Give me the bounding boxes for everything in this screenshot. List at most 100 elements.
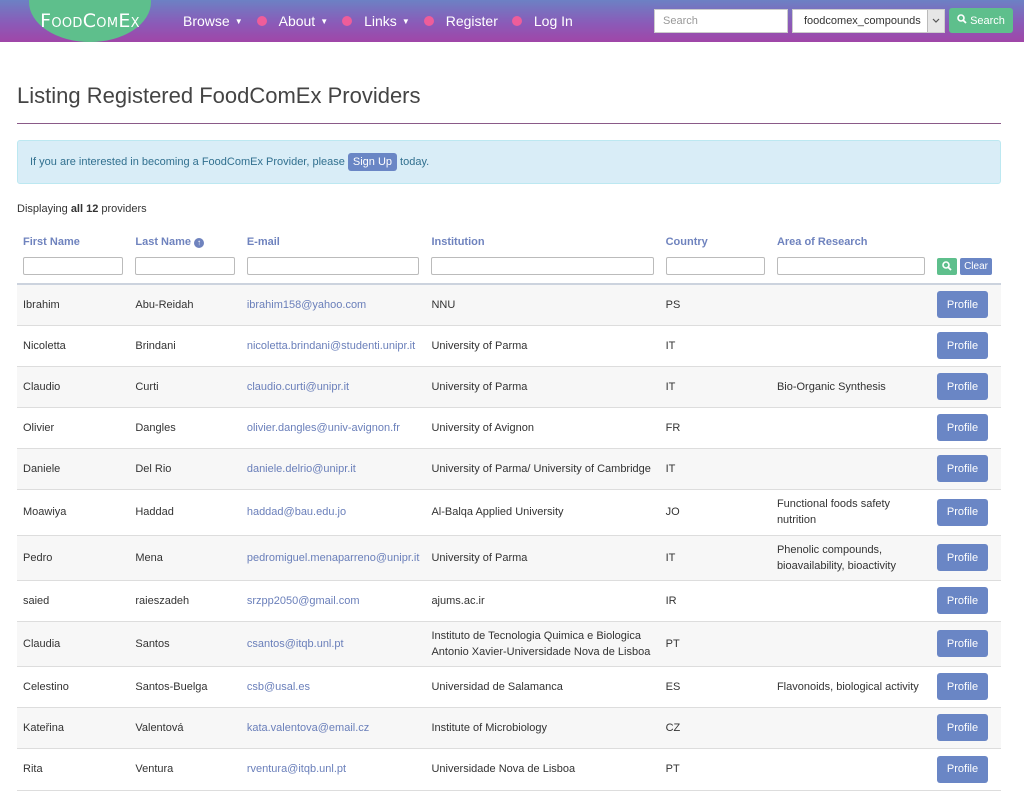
info-alert: If you are interested in becoming a Food… bbox=[17, 140, 1001, 184]
profile-button[interactable]: Profile bbox=[937, 414, 988, 441]
column-header-institution[interactable]: Institution bbox=[425, 226, 659, 252]
brand-logo[interactable]: FoodComEx bbox=[29, 0, 151, 42]
search-input[interactable] bbox=[654, 9, 788, 33]
cell-first-name: Olivier bbox=[17, 407, 130, 449]
table-row: Ibrahim Abu-Reidah ibrahim158@yahoo.com NNU… bbox=[17, 284, 1001, 326]
table-row: Olivier Dangles olivier.dangles@univ-avign… bbox=[17, 407, 1001, 449]
email-link[interactable]: claudio.curti@unipr.it bbox=[247, 381, 349, 393]
email-link[interactable]: olivier.dangles@univ-avignon.fr bbox=[247, 422, 400, 434]
cell-country: IT bbox=[659, 366, 771, 408]
nav-links[interactable]: Links ▼ bbox=[364, 13, 410, 29]
table-row: Celestino Santos-Buelga csb@usal.es Univers… bbox=[17, 666, 1001, 708]
cell-first-name: Rita bbox=[17, 748, 130, 791]
cell-area-of-research: Functional foods safety nutrition bbox=[770, 489, 931, 536]
column-header-area-of-research[interactable]: Area of Research bbox=[771, 226, 931, 252]
column-header-first-name[interactable]: First Name bbox=[17, 226, 129, 252]
email-link[interactable]: rventura@itqb.unl.pt bbox=[247, 763, 346, 775]
nav-separator-dot bbox=[256, 16, 267, 26]
email-link[interactable]: haddad@bau.edu.jo bbox=[247, 506, 346, 518]
email-link[interactable]: srzpp2050@gmail.com bbox=[247, 595, 360, 607]
cell-last-name: raieszadeh bbox=[129, 580, 241, 622]
caret-down-icon: ▼ bbox=[401, 16, 410, 26]
cell-email: srzpp2050@gmail.com bbox=[240, 580, 426, 622]
profile-button[interactable]: Profile bbox=[937, 544, 988, 571]
cell-last-name: Valentová bbox=[129, 707, 241, 749]
cell-country: IT bbox=[659, 325, 771, 367]
filter-email[interactable] bbox=[246, 257, 420, 275]
search-button[interactable]: Search bbox=[949, 8, 1013, 33]
email-link[interactable]: ibrahim158@yahoo.com bbox=[247, 299, 366, 311]
column-header-email[interactable]: E-mail bbox=[241, 226, 426, 252]
cell-email: ibrahim158@yahoo.com bbox=[240, 284, 426, 326]
cell-email: kata.valentova@email.cz bbox=[240, 707, 426, 749]
nav-about[interactable]: About ▼ bbox=[279, 13, 329, 29]
cell-institution: Universidade Nova de Lisboa bbox=[425, 748, 660, 791]
cell-first-name: Celestino bbox=[17, 666, 130, 708]
filter-country[interactable] bbox=[665, 257, 765, 275]
profile-button[interactable]: Profile bbox=[937, 291, 988, 319]
alert-text-prefix: If you are interested in becoming a Food… bbox=[30, 156, 345, 168]
profile-button[interactable]: Profile bbox=[937, 498, 988, 526]
email-link[interactable]: csantos@itqb.unl.pt bbox=[247, 638, 344, 650]
filter-institution[interactable] bbox=[431, 257, 654, 275]
cell-first-name: Pedro bbox=[17, 535, 130, 581]
nav-browse[interactable]: Browse ▼ bbox=[183, 13, 243, 29]
profile-button[interactable]: Profile bbox=[937, 373, 988, 400]
table-row: saied raieszadeh srzpp2050@gmail.com ajums.… bbox=[17, 580, 1001, 622]
cell-institution: University of Parma bbox=[425, 366, 660, 408]
cell-last-name: Mena bbox=[129, 535, 241, 581]
email-link[interactable]: daniele.delrio@unipr.it bbox=[247, 463, 356, 475]
cell-area-of-research bbox=[770, 407, 931, 449]
table-row: Claudio Curti claudio.curti@unipr.it Univer… bbox=[17, 366, 1001, 408]
cell-email: claudio.curti@unipr.it bbox=[240, 366, 426, 408]
cell-institution: University of Parma/ University of Cambr… bbox=[425, 448, 660, 490]
cell-institution: NNU bbox=[425, 284, 660, 326]
filter-area-of-research[interactable] bbox=[776, 257, 925, 275]
cell-first-name: Ibrahim bbox=[17, 284, 130, 326]
cell-first-name: Moawiya bbox=[17, 489, 130, 536]
filter-last-name[interactable] bbox=[135, 257, 235, 275]
database-select[interactable]: foodcomex_compounds bbox=[792, 9, 945, 33]
profile-button[interactable]: Profile bbox=[937, 630, 988, 657]
cell-email: rventura@itqb.unl.pt bbox=[240, 748, 426, 791]
profile-button[interactable]: Profile bbox=[937, 587, 988, 614]
cell-institution: University of Parma bbox=[425, 325, 660, 367]
email-link[interactable]: csb@usal.es bbox=[247, 681, 310, 693]
clear-filters-button[interactable]: Clear bbox=[960, 257, 992, 275]
sign-up-button[interactable]: Sign Up bbox=[347, 153, 398, 171]
sort-ascending-icon: ↑ bbox=[194, 237, 204, 248]
cell-last-name: Santos bbox=[129, 621, 241, 667]
cell-country: CZ bbox=[659, 707, 771, 749]
profile-button[interactable]: Profile bbox=[937, 755, 988, 783]
cell-country: PT bbox=[659, 621, 771, 667]
title-divider bbox=[17, 123, 1001, 124]
chevron-down-icon[interactable] bbox=[927, 10, 944, 32]
filter-search-button[interactable] bbox=[937, 257, 957, 275]
caret-down-icon: ▼ bbox=[320, 16, 329, 26]
cell-area-of-research bbox=[770, 284, 931, 326]
nav-login[interactable]: Log In bbox=[534, 13, 573, 29]
profile-button[interactable]: Profile bbox=[937, 332, 988, 359]
email-link[interactable]: nicoletta.brindani@studenti.unipr.it bbox=[247, 340, 415, 352]
cell-area-of-research: Bio-Organic Synthesis bbox=[770, 366, 931, 408]
cell-area-of-research bbox=[770, 707, 931, 749]
cell-email: pedromiguel.menaparreno@unipr.it bbox=[240, 535, 426, 581]
cell-last-name: Brindani bbox=[129, 325, 241, 367]
cell-institution: Universidad de Salamanca bbox=[425, 666, 660, 708]
cell-country: JO bbox=[659, 489, 771, 536]
cell-area-of-research bbox=[770, 580, 931, 622]
column-header-last-name[interactable]: Last Name ↑ bbox=[129, 226, 240, 252]
cell-area-of-research: Flavonoids, biological activity bbox=[770, 666, 931, 708]
email-link[interactable]: pedromiguel.menaparreno@unipr.it bbox=[247, 552, 420, 564]
profile-button[interactable]: Profile bbox=[937, 455, 988, 482]
profile-button[interactable]: Profile bbox=[937, 673, 988, 700]
nav-register[interactable]: Register bbox=[446, 13, 498, 29]
column-header-country[interactable]: Country bbox=[660, 226, 771, 252]
cell-email: daniele.delrio@unipr.it bbox=[240, 448, 426, 490]
filter-first-name[interactable] bbox=[23, 257, 124, 275]
filter-row: Clear bbox=[17, 252, 1001, 285]
cell-email: csantos@itqb.unl.pt bbox=[240, 621, 426, 667]
profile-button[interactable]: Profile bbox=[937, 714, 988, 741]
cell-last-name: Ventura bbox=[129, 748, 241, 791]
email-link[interactable]: kata.valentova@email.cz bbox=[247, 722, 369, 734]
